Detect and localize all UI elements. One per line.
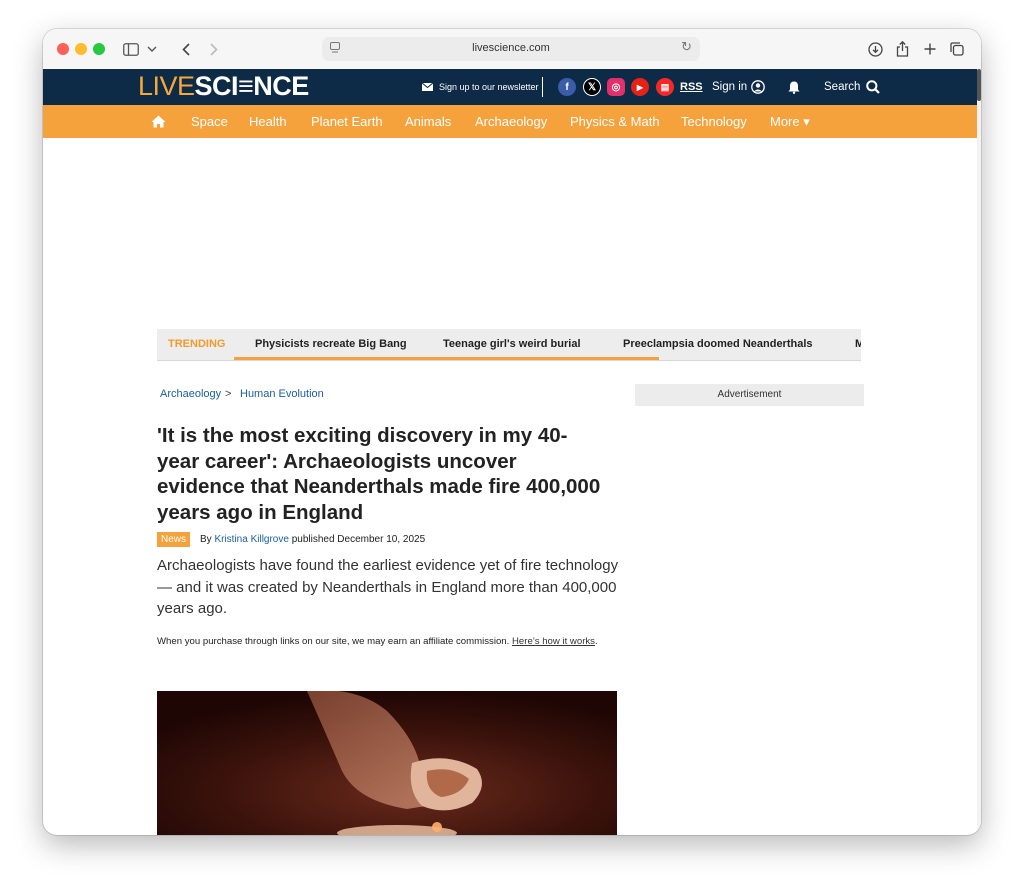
nav-item-animals[interactable]: Animals <box>405 105 451 138</box>
breadcrumb-separator: > <box>225 388 232 400</box>
affiliate-disclaimer: When you purchase through links on our s… <box>157 635 609 649</box>
site-logo[interactable]: LIVESCI≡NCE <box>138 71 309 102</box>
trending-item[interactable]: Teenage girl's weird burial <box>443 338 581 350</box>
article-hero-image <box>157 691 617 835</box>
flipboard-icon: ▤ <box>656 78 674 96</box>
nav-item-archaeology[interactable]: Archaeology <box>475 105 547 138</box>
trending-item[interactable]: M <box>855 338 861 350</box>
nav-item-technology[interactable]: Technology <box>681 105 747 138</box>
forward-icon[interactable] <box>207 39 221 59</box>
new-tab-icon[interactable] <box>922 39 938 59</box>
article-standfirst: Archaeologists have found the earliest e… <box>157 557 619 617</box>
sign-in-link[interactable]: Sign in <box>712 69 766 105</box>
social-youtube[interactable]: ▶ <box>631 69 649 105</box>
chevron-down-icon[interactable] <box>146 39 158 59</box>
trending-bar: TRENDING Physicists recreate Big Bang Te… <box>157 329 861 361</box>
share-icon[interactable] <box>894 39 910 59</box>
browser-window: livescience.com ↻ LIVESCI≡NCE Sign up to… <box>43 29 981 835</box>
byline: By Kristina Killgrove published December… <box>200 534 425 545</box>
rss-link[interactable]: RSS <box>680 69 703 105</box>
social-instagram[interactable]: ◎ <box>607 69 625 105</box>
minimize-window-button[interactable] <box>75 43 87 55</box>
article-headline: 'It is the most exciting discovery in my… <box>157 424 601 524</box>
social-x[interactable]: 𝕏 <box>583 69 601 105</box>
author-link[interactable]: Kristina Killgrove <box>214 534 288 545</box>
nav-item-health[interactable]: Health <box>249 105 287 138</box>
search-label: Search <box>824 81 861 93</box>
scrollbar-thumb[interactable] <box>977 69 981 101</box>
site-header: LIVESCI≡NCE Sign up to our newsletter f … <box>43 69 977 105</box>
disclaimer-end: . <box>594 636 598 647</box>
downloads-icon[interactable] <box>866 39 884 59</box>
social-facebook[interactable]: f <box>558 69 576 105</box>
address-bar[interactable]: livescience.com ↻ <box>322 37 700 61</box>
mail-icon <box>422 83 433 91</box>
breadcrumb-archaeology[interactable]: Archaeology <box>160 388 221 400</box>
user-icon <box>751 80 766 94</box>
newsletter-label: Sign up to our newsletter <box>439 82 539 92</box>
search-button[interactable]: Search <box>824 69 881 105</box>
news-badge[interactable]: News <box>157 532 191 547</box>
home-icon[interactable] <box>151 105 166 138</box>
disclaimer-text: When you purchase through links on our s… <box>157 636 510 647</box>
nav-item-physics-math[interactable]: Physics & Math <box>570 105 660 138</box>
breadcrumb-human-evolution[interactable]: Human Evolution <box>240 388 324 400</box>
logo-live: LIVE <box>138 71 195 101</box>
scrollbar[interactable] <box>977 69 981 835</box>
instagram-icon: ◎ <box>607 78 625 96</box>
search-icon <box>866 80 881 94</box>
social-flipboard[interactable]: ▤ <box>656 69 674 105</box>
back-icon[interactable] <box>179 39 193 59</box>
how-it-works-link[interactable]: Here’s how it works <box>512 636 595 647</box>
trending-item[interactable]: Physicists recreate Big Bang <box>255 338 407 350</box>
nav-item-planet-earth[interactable]: Planet Earth <box>311 105 383 138</box>
sign-in-label: Sign in <box>712 81 748 93</box>
close-window-button[interactable] <box>57 43 69 55</box>
byline-by: By <box>200 534 212 545</box>
nav-item-more[interactable]: More ▾ <box>770 105 810 138</box>
url-text: livescience.com <box>472 42 550 54</box>
sidebar-toggle-icon[interactable] <box>122 39 140 59</box>
header-divider <box>542 77 543 97</box>
published-date: published December 10, 2025 <box>291 534 426 545</box>
notifications-bell-icon[interactable] <box>788 69 800 105</box>
logo-science: SCI≡NCE <box>194 71 310 101</box>
newsletter-link[interactable]: Sign up to our newsletter <box>422 69 539 105</box>
advertisement-label: Advertisement <box>635 384 864 406</box>
reload-icon[interactable]: ↻ <box>681 40 692 55</box>
x-icon: 𝕏 <box>583 78 601 96</box>
trending-item[interactable]: Preeclampsia doomed Neanderthals <box>623 338 813 350</box>
facebook-icon: f <box>558 78 576 96</box>
nav-item-space[interactable]: Space <box>191 105 228 138</box>
main-nav: Space Health Planet Earth Animals Archae… <box>43 105 977 138</box>
youtube-icon: ▶ <box>631 78 649 96</box>
trending-label: TRENDING <box>168 338 226 350</box>
tab-overview-icon[interactable] <box>949 39 965 59</box>
browser-toolbar: livescience.com ↻ <box>43 29 981 70</box>
trending-progress <box>234 357 659 360</box>
zoom-window-button[interactable] <box>93 43 105 55</box>
